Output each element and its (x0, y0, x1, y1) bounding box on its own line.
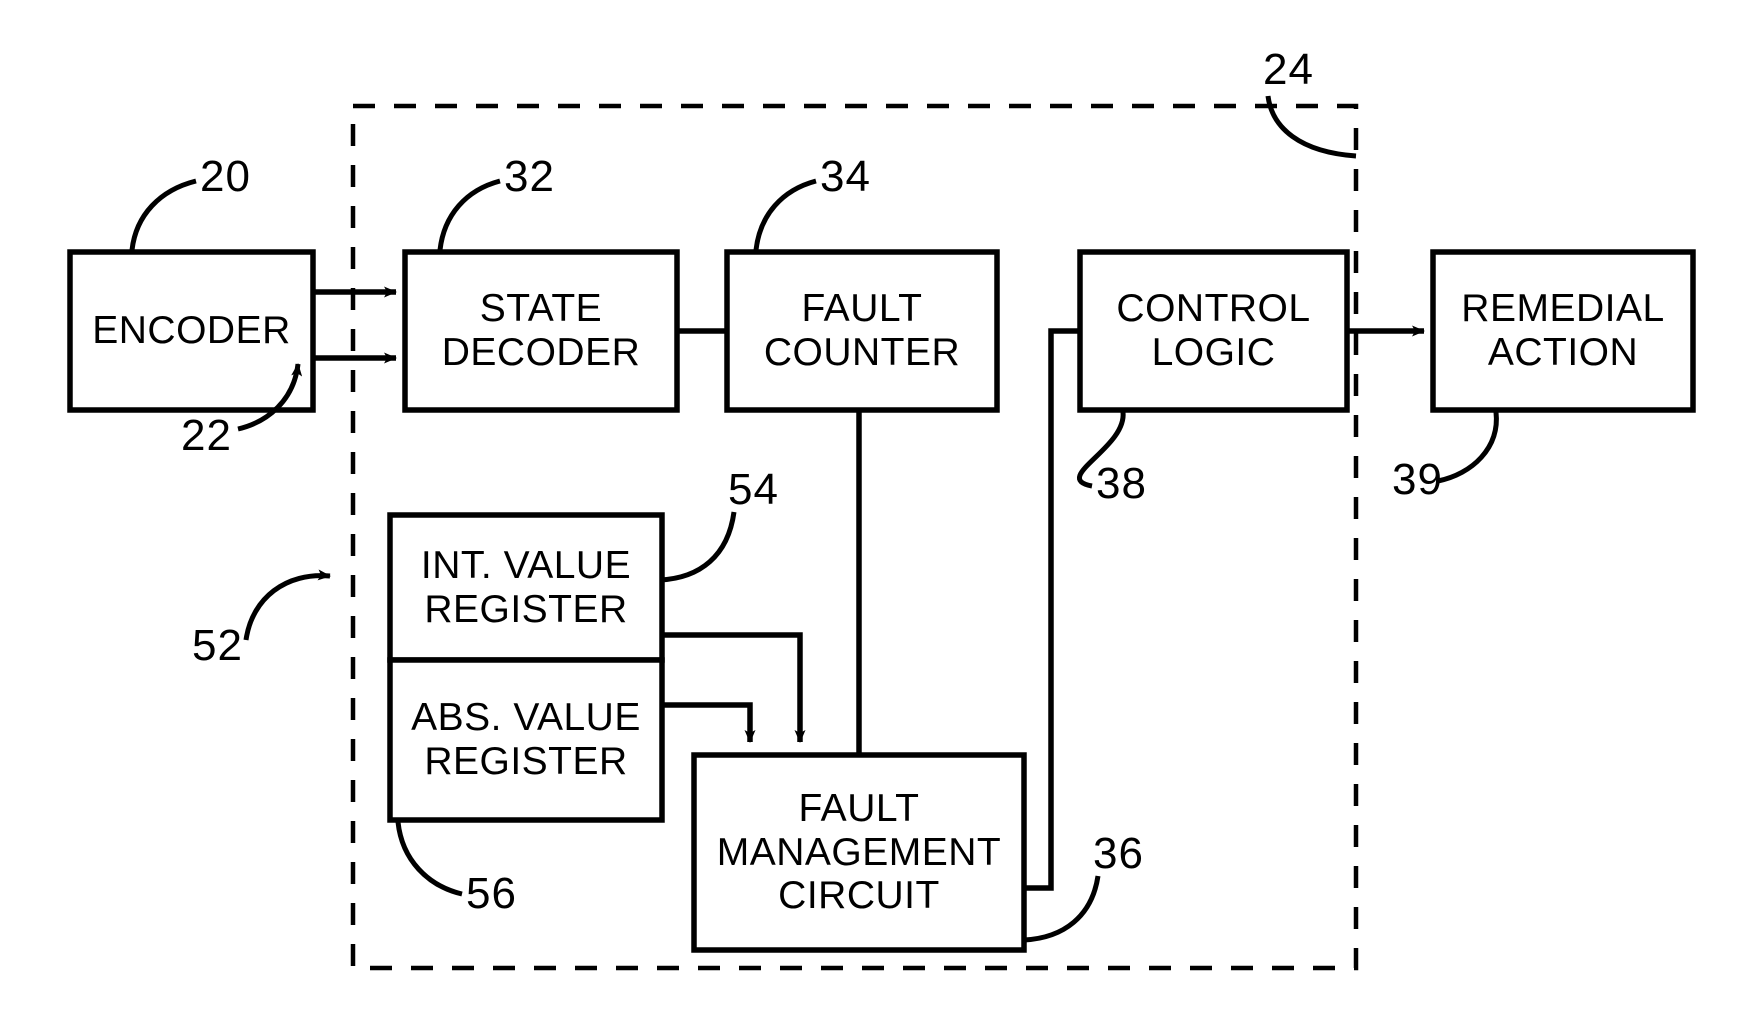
leader-34 (753, 178, 817, 251)
connector-fault-management-to-control-logic (1024, 328, 1080, 891)
encoder-block[interactable] (67, 249, 316, 413)
ref-numeral-39: 39 (1392, 455, 1443, 504)
int-value-register-block[interactable] (387, 512, 665, 663)
connector-abs-register-to-fault-management (662, 702, 756, 743)
ref-numeral-56: 56 (466, 869, 517, 918)
state-decoder-block[interactable] (402, 249, 680, 413)
leader-56 (395, 821, 463, 897)
ref-numeral-38: 38 (1096, 459, 1147, 508)
leader-20 (129, 178, 197, 251)
connector-int-register-to-fault-management (662, 632, 806, 743)
ref-numeral-32: 32 (504, 152, 555, 201)
leader-52 (243, 569, 331, 641)
ref-numeral-22: 22 (181, 411, 232, 460)
fault-management-circuit-block[interactable] (691, 752, 1027, 953)
leader-39 (1437, 411, 1499, 484)
figure-canvas: ENCODER STATE DECODER FAULT COUNTER CONT… (0, 0, 1741, 1034)
ref-numeral-24: 24 (1263, 45, 1314, 94)
fault-counter-block[interactable] (724, 249, 1000, 413)
ref-numeral-52: 52 (192, 621, 243, 670)
ref-numeral-20: 20 (200, 152, 251, 201)
remedial-action-block[interactable] (1430, 249, 1696, 413)
leader-54 (659, 511, 737, 583)
ref-numeral-36: 36 (1093, 829, 1144, 878)
abs-value-register-block[interactable] (387, 657, 665, 823)
ref-numeral-34: 34 (820, 152, 871, 201)
control-logic-block[interactable] (1077, 249, 1350, 413)
leader-32 (437, 178, 501, 251)
ref-numeral-54: 54 (728, 465, 779, 514)
